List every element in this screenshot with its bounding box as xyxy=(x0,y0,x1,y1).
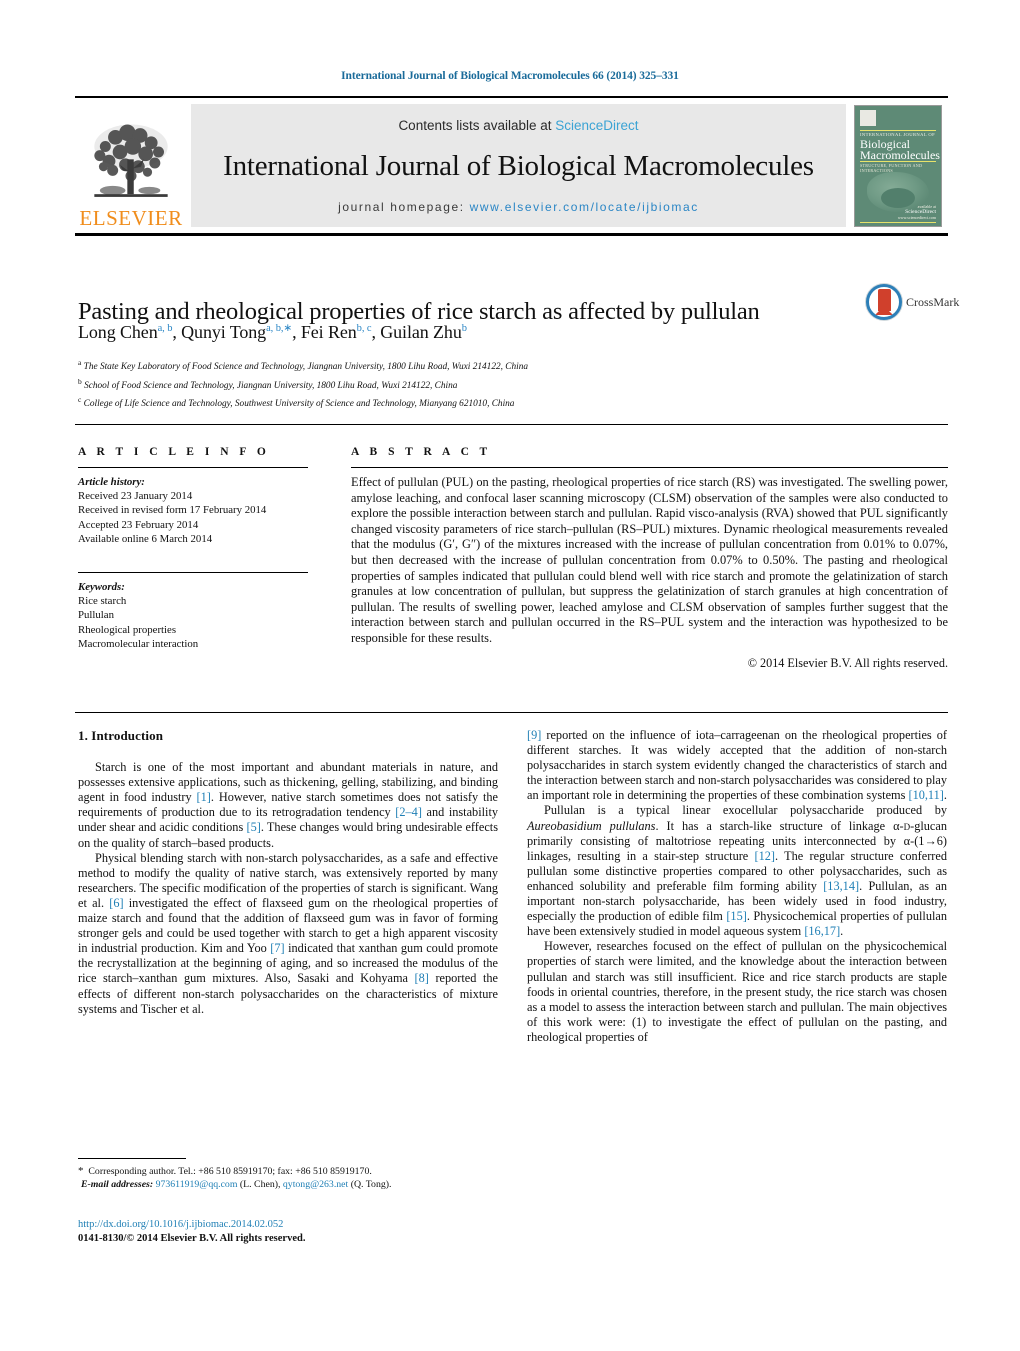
paragraph: Physical blending starch with non-starch… xyxy=(78,850,498,1016)
cover-rule-top xyxy=(860,129,936,131)
cover-rule-bottom xyxy=(860,221,936,223)
keywords-block: Keywords: Rice starch Pullulan Rheologic… xyxy=(78,572,308,651)
affiliation-list: a The State Key Laboratory of Food Scien… xyxy=(78,356,898,412)
running-head: International Journal of Biological Macr… xyxy=(341,70,679,82)
article-info-heading: A R T I C L E I N F O xyxy=(78,446,270,458)
elsevier-wordmark: ELSEVIER xyxy=(79,206,183,230)
affiliation-marker: b xyxy=(78,376,82,386)
abstract-heading: A B S T R A C T xyxy=(351,446,492,458)
journal-masthead: ELSEVIER Contents lists available at Sci… xyxy=(75,96,948,236)
cover-subtitle: STRUCTURE, FUNCTION AND INTERACTIONS xyxy=(860,162,923,173)
email-label: E-mail addresses: xyxy=(81,1179,154,1191)
history-item: Received in revised form 17 February 201… xyxy=(78,504,267,517)
abstract-copyright: © 2014 Elsevier B.V. All rights reserved… xyxy=(747,655,948,670)
paragraph: Starch is one of the most important and … xyxy=(78,760,499,850)
paragraph: [9] reported on the influence of iota–ca… xyxy=(527,728,947,803)
corresponding-author-line: * Corresponding author. Tel.: +86 510 85… xyxy=(78,1165,372,1177)
article-history-label: Article history: xyxy=(78,476,145,488)
corresponding-author-footnote: * Corresponding author. Tel.: +86 510 85… xyxy=(78,1158,498,1191)
contents-prefix: Contents lists available at xyxy=(398,118,556,133)
affiliation-marker: a xyxy=(78,358,82,367)
elsevier-logo: ELSEVIER xyxy=(75,98,187,233)
doi-link[interactable]: http://dx.doi.org/10.1016/j.ijbiomac.201… xyxy=(78,1218,538,1232)
journal-homepage-link[interactable]: www.elsevier.com/locate/ijbiomac xyxy=(470,200,699,214)
affiliation-text: School of Food Science and Technology, J… xyxy=(84,380,458,391)
info-section-bottom-rule xyxy=(75,712,948,713)
elsevier-tree-icon xyxy=(94,124,168,197)
section-heading-introduction: 1. Introduction xyxy=(78,728,164,743)
cover-publisher-mark xyxy=(860,109,876,126)
cover-footer: available at ScienceDirect www.sciencedi… xyxy=(898,204,936,220)
email-link-2[interactable]: qytong@263.net xyxy=(283,1179,348,1190)
cover-title-line2: Macromolecules xyxy=(860,147,940,162)
keyword-item: Rheological properties xyxy=(78,623,177,636)
history-item: Received 23 January 2014 xyxy=(78,490,193,503)
cover-footer-url: www.sciencedirect.com xyxy=(897,214,936,220)
cover-rule-mid xyxy=(860,160,936,162)
crossmark-icon xyxy=(866,284,902,320)
journal-homepage-line: journal homepage: www.elsevier.com/locat… xyxy=(338,200,699,214)
abstract-column: A B S T R A C T Effect of pullulan (PUL)… xyxy=(351,446,948,671)
keyword-item: Rice starch xyxy=(78,595,127,608)
homepage-prefix: journal homepage: xyxy=(338,200,470,214)
affiliation-text: The State Key Laboratory of Food Science… xyxy=(83,362,528,373)
sciencedirect-link[interactable]: ScienceDirect xyxy=(555,118,638,133)
article-page: International Journal of Biological Macr… xyxy=(0,0,1020,1351)
footnote-rule xyxy=(78,1158,186,1159)
keywords-rule xyxy=(78,572,308,574)
affiliation-text: College of Life Science and Technology, … xyxy=(83,399,515,410)
email-link-1[interactable]: 973611919@qq.com xyxy=(156,1179,238,1190)
keyword-item: Pullulan xyxy=(78,609,114,622)
doi-block: http://dx.doi.org/10.1016/j.ijbiomac.201… xyxy=(78,1218,538,1246)
body-column-left: 1. Introduction Starch is one of the mos… xyxy=(78,728,498,1017)
affiliation-item: b School of Food Science and Technology,… xyxy=(78,375,898,394)
affiliation-item: c College of Life Science and Technology… xyxy=(78,393,898,412)
journal-title: International Journal of Biological Macr… xyxy=(223,150,814,182)
body-column-right: [9] reported on the influence of iota–ca… xyxy=(527,728,947,1045)
info-section-top-rule xyxy=(75,424,948,425)
author-list: Long Chena, b, Qunyi Tonga, b,∗, Fei Ren… xyxy=(78,322,467,342)
keyword-item: Macromolecular interaction xyxy=(78,637,199,650)
keywords-label: Keywords: xyxy=(78,581,125,594)
affiliation-item: a The State Key Laboratory of Food Scien… xyxy=(78,356,898,375)
history-item: Accepted 23 February 2014 xyxy=(78,518,199,531)
cover-title: Biological Macromolecules xyxy=(860,138,940,162)
contents-line: Contents lists available at ScienceDirec… xyxy=(398,118,638,133)
article-info-rule xyxy=(78,467,308,468)
cover-art: INTERNATIONAL JOURNAL OF Biological Macro… xyxy=(854,104,942,227)
crossmark-label: CrossMark xyxy=(906,294,960,309)
issn-copyright-line: 0141-8130/© 2014 Elsevier B.V. All right… xyxy=(78,1233,306,1244)
paragraph: However, researches focused on the effec… xyxy=(527,939,947,1044)
affiliation-marker: c xyxy=(78,395,82,405)
article-history-block: Article history: Received 23 January 201… xyxy=(78,475,308,546)
paragraph: Pullulan is a typical linear exocellular… xyxy=(527,803,947,939)
masthead-center: Contents lists available at ScienceDirec… xyxy=(191,104,846,227)
article-info-column: A R T I C L E I N F O Article history: R… xyxy=(78,446,308,651)
email-line: E-mail addresses: 973611919@qq.com (L. C… xyxy=(78,1178,498,1191)
email-owner-2: (Q. Tong). xyxy=(350,1179,392,1191)
crossmark-triangle xyxy=(875,306,893,315)
history-item: Available online 6 March 2014 xyxy=(78,532,213,545)
abstract-rule xyxy=(351,467,948,468)
abstract-text: Effect of pullulan (PUL) on the pasting,… xyxy=(351,475,948,645)
crossmark-badge[interactable]: CrossMark xyxy=(866,284,959,320)
journal-cover-thumbnail: INTERNATIONAL JOURNAL OF Biological Macro… xyxy=(852,98,948,233)
email-owner-1: (L. Chen), xyxy=(239,1179,281,1191)
